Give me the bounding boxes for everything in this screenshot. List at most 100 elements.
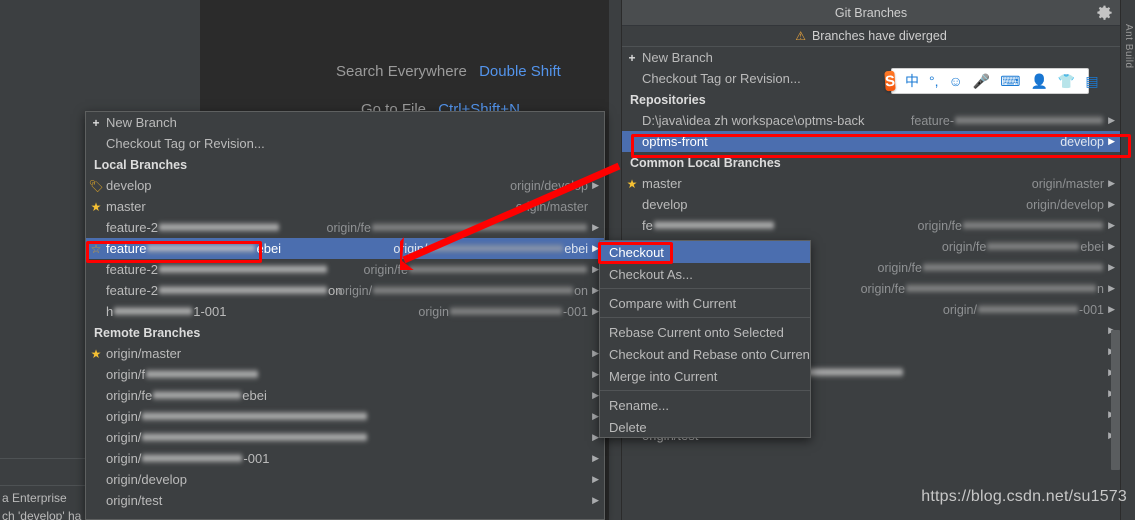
chevron-right-icon: ▶ <box>1108 304 1115 315</box>
skin-icon[interactable]: 👕 <box>1058 74 1075 88</box>
local-branch-row-2[interactable]: feature-2 origin/fe ▶ <box>86 217 604 238</box>
remote-branch-row-3[interactable]: origin/ ▶ <box>86 406 604 427</box>
emoji-icon[interactable]: ☺ <box>949 74 963 88</box>
repository-row-0[interactable]: D:\java\idea zh workspace\optms-back feat… <box>622 110 1120 131</box>
local-branch-row-3[interactable]: ☆featureebeiorigin/ebei▶ <box>86 238 604 259</box>
context-menu-item-4[interactable]: Checkout and Rebase onto Current <box>600 343 810 365</box>
context-menu-item-5[interactable]: Merge into Current <box>600 365 810 387</box>
redacted-text <box>159 285 327 296</box>
gear-icon[interactable] <box>1097 5 1112 20</box>
menu-separator <box>600 390 810 391</box>
apps-icon[interactable]: ▤ <box>1085 74 1098 88</box>
local-branch-row-0[interactable]: 🏷developorigin/develop▶ <box>86 175 604 196</box>
status-line-2: ch 'develop' ha <box>2 509 81 520</box>
redacted-text <box>159 222 279 233</box>
tracking-text: origin/fe <box>327 221 371 235</box>
local-branch-row-4[interactable]: feature-2origin/fe▶ <box>86 259 604 280</box>
remote-branch-row-2[interactable]: origin/feebei▶ <box>86 385 604 406</box>
ime-icon-row: 中 °, ☺ 🎤 ⌨ 👤 👕 ▤ <box>900 74 1104 88</box>
tag-icon: 🏷 <box>86 180 106 192</box>
context-menu-item-0[interactable]: Checkout <box>600 241 810 263</box>
scrollbar-thumb[interactable] <box>1111 330 1120 470</box>
tracking-branch: origin/-001 <box>943 303 1104 317</box>
redacted-text <box>142 411 367 422</box>
chinese-mode-icon[interactable]: 中 <box>905 74 919 88</box>
sogou-ime-toolbar[interactable]: S 中°,☺🎤⌨👤👕▤ <box>891 68 1089 94</box>
branch-name: origin/f <box>106 367 145 382</box>
chevron-right-icon: ▶ <box>1108 178 1115 189</box>
branch-name: origin/develop <box>106 472 187 487</box>
local-branch-row-6[interactable]: h1-001origin-001▶ <box>86 301 604 322</box>
redacted-text <box>147 243 255 254</box>
remote-branch-row-0[interactable]: ★origin/master▶ <box>86 343 604 364</box>
local-branch-row-5[interactable]: feature-2onorigin/on▶ <box>86 280 604 301</box>
context-menu-item-3[interactable]: Rebase Current onto Selected <box>600 321 810 343</box>
branch-name: origin/ <box>106 409 141 424</box>
context-menu-item-7[interactable]: Delete <box>600 416 810 438</box>
branch-name-suffix: ebei <box>256 241 281 256</box>
chevron-right-icon: ▶ <box>592 453 599 464</box>
repository-row-1[interactable]: optms-frontdevelop▶ <box>622 131 1120 152</box>
section-remote-branches: Remote Branches <box>86 322 604 343</box>
branches-diverged-warning: ⚠ Branches have diverged <box>622 26 1120 47</box>
chevron-right-icon: ▶ <box>592 264 599 275</box>
tracking-branch: origin/master <box>1032 177 1104 191</box>
status-line-1: a Enterprise <box>2 491 67 505</box>
local-branch-row-1[interactable]: ★masterorigin/master <box>86 196 604 217</box>
remote-branch-row-5[interactable]: origin/-001▶ <box>86 448 604 469</box>
checkout-tag-item[interactable]: Checkout Tag or Revision... <box>86 133 604 154</box>
chevron-right-icon: ▶ <box>592 222 599 233</box>
tracking-branch: origin/develop <box>1026 198 1104 212</box>
branch-name: origin/master <box>106 346 181 361</box>
chevron-right-icon: ▶ <box>592 390 599 401</box>
microphone-icon[interactable]: 🎤 <box>973 74 990 88</box>
tracking-suffix: ebei <box>1080 240 1104 254</box>
branch-context-menu: CheckoutCheckout As... Compare with Curre… <box>599 240 811 438</box>
redacted-text <box>159 264 327 275</box>
redacted-text <box>906 283 1096 294</box>
context-menu-item-2[interactable]: Compare with Current <box>600 292 810 314</box>
tip-search-everywhere: Search Everywhere Double Shift <box>336 63 561 80</box>
ide-right-toolbar-strip <box>1120 0 1135 520</box>
tracking-branch: develop <box>1060 135 1104 149</box>
action-label: Checkout Tag or Revision... <box>106 136 265 151</box>
branch-name: D:\java\idea zh workspace\optms-back <box>642 113 865 128</box>
context-menu-item-6[interactable]: Rename... <box>600 394 810 416</box>
remote-branch-row-1[interactable]: origin/f▶ <box>86 364 604 385</box>
tracking-branch: origin/fe <box>918 219 1104 233</box>
tracking-suffix: on <box>574 284 588 298</box>
new-branch-item[interactable]: +New Branch <box>86 112 604 133</box>
chevron-right-icon: ▶ <box>592 285 599 296</box>
chevron-right-icon: ▶ <box>592 411 599 422</box>
tracking-branch: origin -001 <box>418 305 588 319</box>
right-new-branch-item[interactable]: +New Branch <box>622 47 1120 68</box>
panel-title: Git Branches <box>835 6 907 20</box>
git-branches-popup: +New BranchCheckout Tag or Revision...Lo… <box>85 111 605 520</box>
common-branch-row-2[interactable]: feorigin/fe▶ <box>622 215 1120 236</box>
user-icon[interactable]: 👤 <box>1030 74 1047 88</box>
git-branches-titlebar: Git Branches <box>622 0 1120 26</box>
tracking-text: origin/ <box>338 284 372 298</box>
common-branch-row-0[interactable]: ★masterorigin/master▶ <box>622 173 1120 194</box>
tracking-text: origin/fe <box>942 240 986 254</box>
common-branch-row-1[interactable]: developorigin/develop▶ <box>622 194 1120 215</box>
ant-build-tab[interactable]: Ant Build <box>1123 24 1134 69</box>
tracking-suffix: -001 <box>563 305 588 319</box>
tracking-text: origin <box>418 305 449 319</box>
redacted-text <box>428 243 563 254</box>
action-label: New Branch <box>642 50 713 65</box>
tracking-text: feature- <box>911 114 954 128</box>
remote-branch-row-7[interactable]: origin/test▶ <box>86 490 604 511</box>
branch-name: feature-2 <box>106 220 158 235</box>
remote-branch-row-4[interactable]: origin/▶ <box>86 427 604 448</box>
remote-branch-row-6[interactable]: origin/develop▶ <box>86 469 604 490</box>
punctuation-icon[interactable]: °, <box>929 74 939 88</box>
plus-icon: + <box>86 117 106 129</box>
branch-name-suffix: -001 <box>243 451 269 466</box>
sogou-logo-icon[interactable]: S <box>884 71 895 92</box>
branch-name: feature <box>106 241 146 256</box>
screen-root: Search Everywhere Double Shift Go to Fil… <box>0 0 1135 520</box>
keyboard-icon[interactable]: ⌨ <box>1000 74 1020 88</box>
context-menu-item-1[interactable]: Checkout As... <box>600 263 810 285</box>
tracking-branch: origin/fe <box>327 221 588 235</box>
